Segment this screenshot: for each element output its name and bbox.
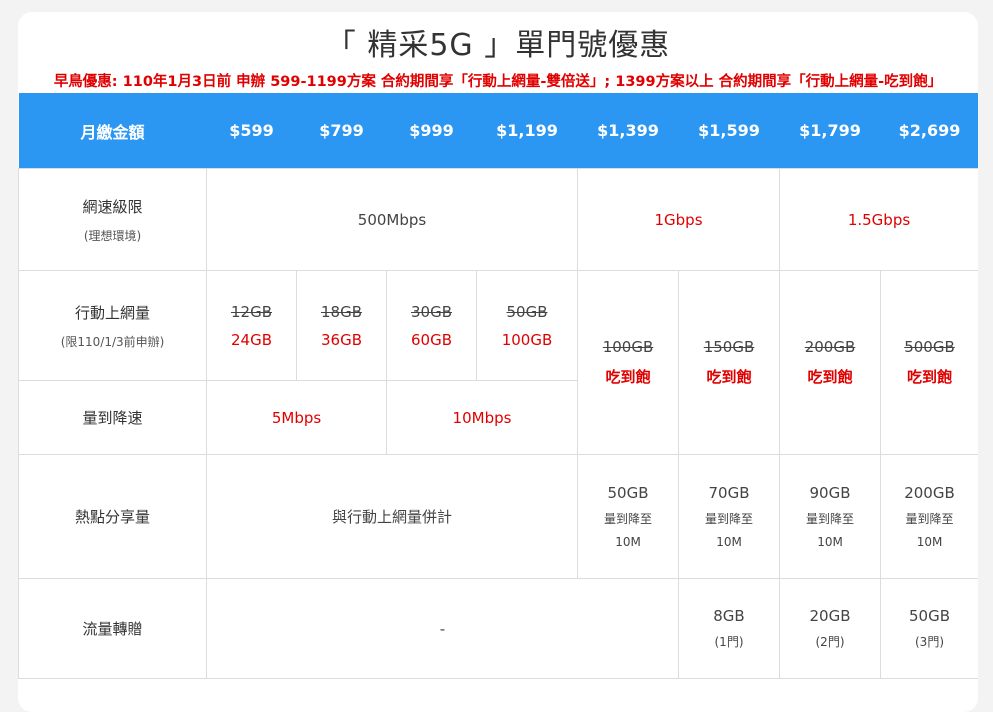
plan-card: 「 精采5G 」單門號優惠 早鳥優惠: 110年1月3日前 申辦 599-119… — [18, 12, 978, 712]
data-unlimited: 吃到飽 — [807, 368, 853, 386]
data-old: 100GB — [602, 338, 654, 356]
hotspot-cell-1599: 70GB 量到降至 10M — [678, 454, 780, 579]
price-2699: $2,699 — [880, 93, 978, 169]
gift-none: - — [206, 578, 679, 679]
gift-amount: 8GB — [713, 607, 745, 625]
throttle-5m: 5Mbps — [206, 380, 387, 455]
data-cell-999: 30GB 60GB — [386, 270, 477, 381]
speed-sub: (理想環境) — [83, 228, 142, 243]
hotspot-shared: 與行動上網量併計 — [206, 454, 578, 579]
hotspot-amount: 50GB — [607, 484, 649, 502]
data-old: 30GB — [410, 302, 452, 321]
data-label: 行動上網量 — [74, 303, 150, 322]
price-1399: $1,399 — [577, 93, 679, 169]
speed-label: 網速級限 — [82, 197, 143, 216]
data-new: 60GB — [410, 330, 452, 349]
speed-label-cell: 網速級限 (理想環境) — [18, 168, 207, 271]
hotspot-cell-2699: 200GB 量到降至 10M — [880, 454, 978, 579]
data-cell-1799: 200GB 吃到飽 — [779, 270, 881, 455]
price-799: $799 — [296, 93, 387, 169]
hotspot-line2: 量到降至 — [905, 512, 954, 526]
throttle-label: 量到降速 — [18, 380, 207, 455]
hotspot-label: 熱點分享量 — [18, 454, 207, 579]
gift-lines: (2門) — [815, 635, 845, 649]
hotspot-line2: 量到降至 — [704, 512, 753, 526]
hotspot-line3: 10M — [615, 535, 641, 549]
hotspot-line3: 10M — [817, 535, 843, 549]
gift-lines: (3門) — [915, 635, 944, 649]
gift-label: 流量轉贈 — [18, 578, 207, 679]
gift-amount: 20GB — [809, 607, 851, 625]
price-1599: $1,599 — [678, 93, 780, 169]
data-cell-2699: 500GB 吃到飽 — [880, 270, 978, 455]
data-cell-599: 12GB 24GB — [206, 270, 297, 381]
data-label-cell: 行動上網量 (限110/1/3前申辦) — [18, 270, 207, 381]
data-unlimited: 吃到飽 — [906, 368, 952, 386]
data-cell-1599: 150GB 吃到飽 — [678, 270, 780, 455]
data-cell-1399: 100GB 吃到飽 — [577, 270, 679, 455]
price-999: $999 — [386, 93, 477, 169]
speed-row: 網速級限 (理想環境) 500Mbps 1Gbps 1.5Gbps — [18, 168, 978, 271]
gift-row: 流量轉贈 - 8GB (1門) 20GB (2門) 50GB (3門) — [18, 578, 978, 679]
gift-cell-2699: 50GB (3門) — [880, 578, 978, 679]
gift-amount: 50GB — [908, 607, 950, 625]
hotspot-line3: 10M — [716, 535, 742, 549]
data-old: 50GB — [506, 302, 548, 321]
speed-15g: 1.5Gbps — [779, 168, 978, 271]
speed-500: 500Mbps — [206, 168, 578, 271]
price-header-row: 月繳金額 $599 $799 $999 $1,199 $1,399 $1,599… — [18, 93, 978, 169]
data-unlimited: 吃到飽 — [605, 368, 651, 386]
throttle-10m: 10Mbps — [386, 380, 578, 455]
gift-lines: (1門) — [714, 635, 744, 649]
price-header-label: 月繳金額 — [18, 93, 207, 169]
data-old: 18GB — [320, 302, 362, 321]
hotspot-line2: 量到降至 — [603, 512, 652, 526]
hotspot-amount: 70GB — [708, 484, 750, 502]
data-new: 24GB — [230, 330, 272, 349]
hotspot-amount: 200GB — [904, 484, 955, 502]
data-row: 行動上網量 (限110/1/3前申辦) 12GB 24GB 18GB 36GB … — [18, 270, 978, 455]
data-old: 500GB — [904, 338, 955, 356]
gift-cell-1599: 8GB (1門) — [678, 578, 780, 679]
data-new: 100GB — [501, 330, 553, 349]
data-cell-1199: 50GB 100GB — [476, 270, 578, 381]
gift-cell-1799: 20GB (2門) — [779, 578, 881, 679]
data-cell-799: 18GB 36GB — [296, 270, 387, 381]
data-old: 12GB — [230, 302, 272, 321]
data-old: 200GB — [804, 338, 856, 356]
hotspot-line3: 10M — [916, 535, 943, 549]
plan-table: 月繳金額 $599 $799 $999 $1,199 $1,399 $1,599… — [18, 93, 978, 679]
hotspot-line2: 量到降至 — [805, 512, 854, 526]
price-1199: $1,199 — [476, 93, 578, 169]
data-old: 150GB — [703, 338, 755, 356]
speed-1g: 1Gbps — [577, 168, 780, 271]
price-1799: $1,799 — [779, 93, 881, 169]
page-title: 「 精采5G 」單門號優惠 — [325, 28, 671, 63]
hotspot-cell-1399: 50GB 量到降至 10M — [577, 454, 679, 579]
data-new: 36GB — [320, 330, 362, 349]
hotspot-amount: 90GB — [809, 484, 851, 502]
data-sub: (限110/1/3前申辦) — [60, 334, 165, 349]
hotspot-cell-1799: 90GB 量到降至 10M — [779, 454, 881, 579]
promo-banner: 早鳥優惠: 110年1月3日前 申辦 599-1199方案 合約期間享「行動上網… — [53, 74, 943, 90]
hotspot-row: 熱點分享量 與行動上網量併計 50GB 量到降至 10M 70GB 量到降至 1… — [18, 454, 978, 579]
data-unlimited: 吃到飽 — [706, 368, 752, 386]
price-599: $599 — [206, 93, 297, 169]
